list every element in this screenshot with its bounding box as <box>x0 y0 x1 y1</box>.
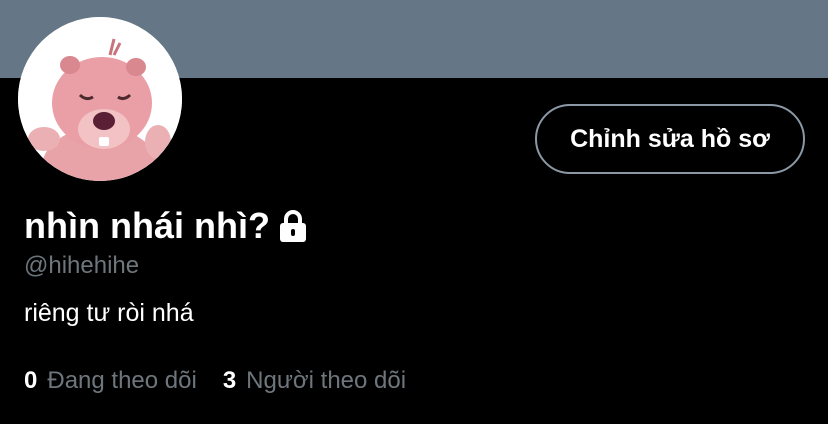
following-count: 0 <box>24 367 38 394</box>
edit-profile-button[interactable]: Chỉnh sửa hồ sơ <box>535 104 805 174</box>
follow-stats: 0 Đang theo dõi 3 Người theo dõi <box>24 366 406 396</box>
following-label: Đang theo dõi <box>47 367 197 394</box>
followers-stat-link[interactable]: 3 Người theo dõi <box>223 366 406 396</box>
profile-bio: riêng tư ròi nhá <box>24 299 194 327</box>
edit-profile-label: Chỉnh sửa hồ sơ <box>570 124 770 153</box>
user-handle: @hihehihe <box>24 252 140 279</box>
display-name: nhìn nhái nhì? <box>24 205 270 246</box>
avatar[interactable] <box>18 17 182 181</box>
profile-page: Chỉnh sửa hồ sơ nhìn nhái nhì? @hihehihe… <box>0 0 828 424</box>
followers-count: 3 <box>222 367 237 394</box>
lock-icon <box>278 209 308 243</box>
avatar-image <box>18 17 182 181</box>
followers-label: Người theo dõi <box>246 367 407 394</box>
display-name-row: nhìn nhái nhì? <box>24 204 308 248</box>
following-stat-link[interactable]: 0 Đang theo dõi <box>24 366 197 396</box>
